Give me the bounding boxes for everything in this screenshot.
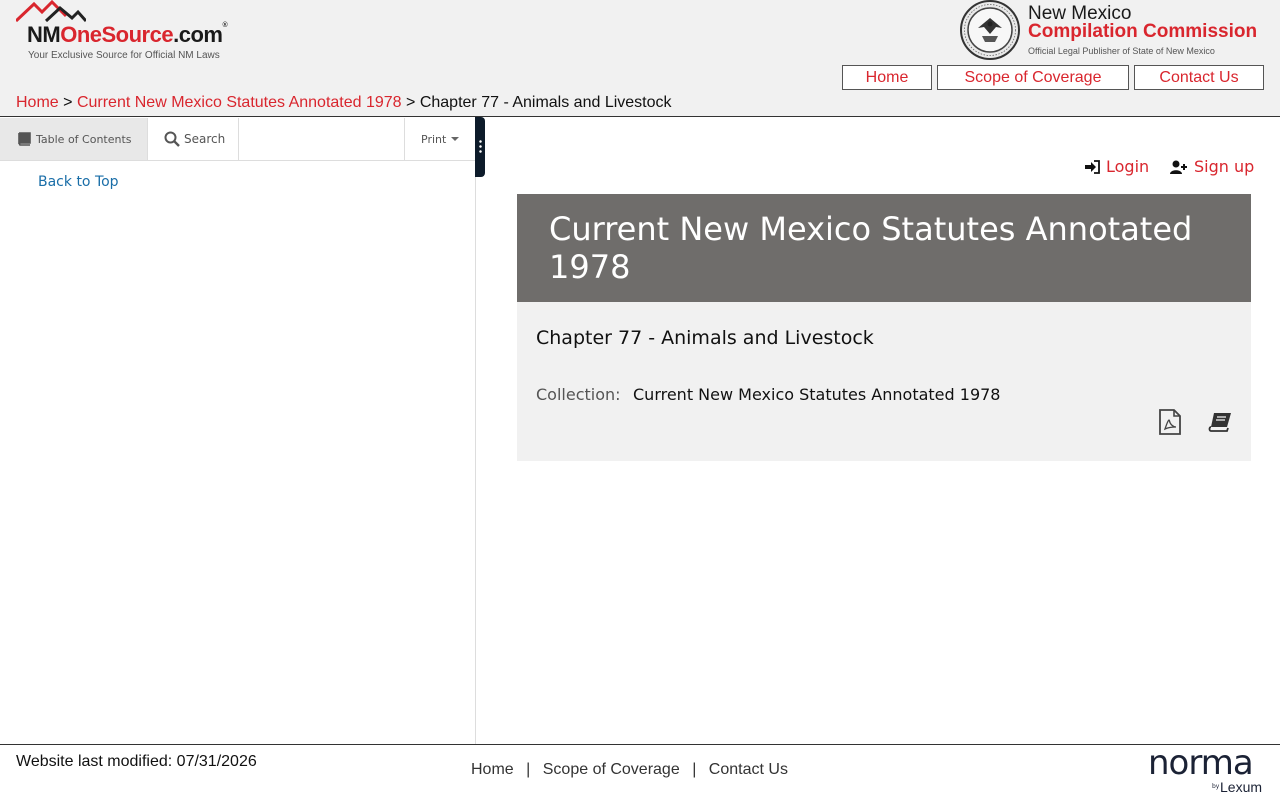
breadcrumb-separator: > <box>406 94 416 111</box>
tab-search-label: Search <box>184 132 226 146</box>
norma-wordmark: norma <box>1148 743 1254 783</box>
drag-handle-icon <box>479 139 482 153</box>
sidebar-tabbar: Table of Contents Search Print <box>0 118 476 161</box>
login-link[interactable]: Login <box>1084 157 1149 176</box>
panel-resize-handle[interactable] <box>475 117 485 177</box>
norma-lexum: Lexum <box>1220 779 1263 795</box>
pdf-icon[interactable] <box>1158 409 1182 439</box>
signup-link[interactable]: Sign up <box>1170 157 1254 176</box>
document-details: Chapter 77 - Animals and Livestock Colle… <box>517 302 1251 461</box>
print-dropdown[interactable]: Print <box>404 118 476 160</box>
footer-separator: | <box>692 761 697 778</box>
tab-table-of-contents[interactable]: Table of Contents <box>0 118 148 160</box>
last-modified-text: Website last modified: 07/31/2026 <box>16 753 257 770</box>
chevron-down-icon <box>451 137 460 141</box>
book-icon <box>16 132 32 146</box>
book-icon[interactable] <box>1208 412 1232 436</box>
commission-logo[interactable]: New Mexico Compilation Commission Offici… <box>960 0 1270 62</box>
logo-wordmark: NMOneSource.com® <box>27 22 228 48</box>
user-plus-icon <box>1170 160 1188 174</box>
sign-in-icon <box>1084 159 1100 174</box>
back-to-top-link[interactable]: Back to Top <box>38 174 119 190</box>
tab-search[interactable]: Search <box>149 118 239 160</box>
logo-dotcom: .com <box>173 22 223 47</box>
logo-onesource: OneSource <box>60 22 174 47</box>
document-title: Current New Mexico Statutes Annotated 19… <box>549 210 1193 286</box>
footer-separator: | <box>526 761 531 778</box>
mountains-icon <box>16 0 86 22</box>
norma-by: by <box>1212 783 1220 790</box>
document-title-banner: Current New Mexico Statutes Annotated 19… <box>517 194 1251 302</box>
nav-contact-button[interactable]: Contact Us <box>1134 65 1264 90</box>
state-seal-icon <box>960 0 1020 60</box>
nav-home-button[interactable]: Home <box>842 65 932 90</box>
nav-scope-button[interactable]: Scope of Coverage <box>937 65 1129 90</box>
breadcrumb-home[interactable]: Home <box>16 94 59 111</box>
collection-value: Current New Mexico Statutes Annotated 19… <box>633 385 1001 404</box>
logo-registered: ® <box>222 22 228 29</box>
footer-links: Home | Scope of Coverage | Contact Us <box>471 761 788 779</box>
norma-lexum-logo[interactable]: norma by Lexum <box>1148 743 1268 797</box>
commission-title-line2: Compilation Commission <box>1028 21 1258 42</box>
breadcrumb-collection[interactable]: Current New Mexico Statutes Annotated 19… <box>77 94 402 111</box>
footer-home-link[interactable]: Home <box>471 761 514 778</box>
commission-subtitle: Official Legal Publisher of State of New… <box>1028 46 1215 56</box>
search-icon <box>164 131 180 147</box>
sidebar-panel: Table of Contents Search Print Back to T… <box>0 118 476 744</box>
footer-contact-link[interactable]: Contact Us <box>709 761 788 778</box>
tab-toc-label: Table of Contents <box>36 132 132 146</box>
breadcrumb-current: Chapter 77 - Animals and Livestock <box>419 94 672 111</box>
breadcrumb: Home > Current New Mexico Statutes Annot… <box>16 94 672 112</box>
collection-label: Collection: <box>536 385 621 404</box>
logo-nm: NM <box>27 22 61 47</box>
site-header: NMOneSource.com® Your Exclusive Source f… <box>0 0 1280 117</box>
footer-scope-link[interactable]: Scope of Coverage <box>543 761 680 778</box>
site-footer: Website last modified: 07/31/2026 Home |… <box>0 743 1280 800</box>
login-label: Login <box>1106 157 1150 176</box>
nmonesource-logo[interactable]: NMOneSource.com® Your Exclusive Source f… <box>16 0 256 66</box>
signup-label: Sign up <box>1194 157 1255 176</box>
logo-tagline: Your Exclusive Source for Official NM La… <box>28 50 220 61</box>
breadcrumb-separator: > <box>63 94 73 111</box>
print-label: Print <box>421 132 447 146</box>
chapter-title: Chapter 77 - Animals and Livestock <box>536 327 874 349</box>
